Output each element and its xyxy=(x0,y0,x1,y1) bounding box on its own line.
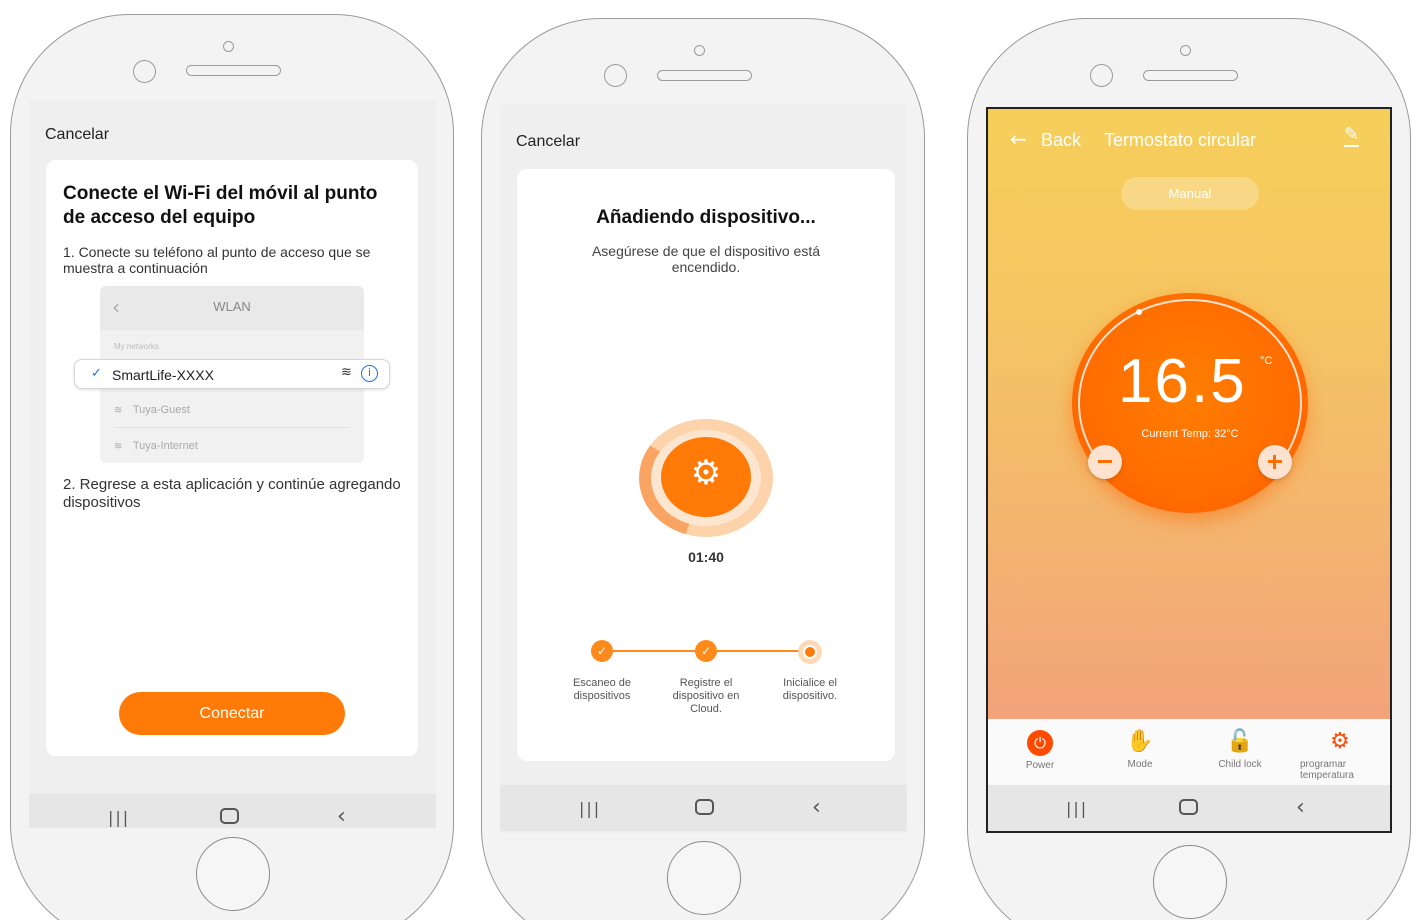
phone-front-camera xyxy=(604,64,627,87)
network-name: SmartLife-XXXX xyxy=(112,367,214,383)
temperature-unit: °C xyxy=(1260,355,1273,367)
wlan-header: ‹ WLAN xyxy=(100,286,364,330)
phone-frame-3: ← Back Termostato circular ✎ Manual 16.5… xyxy=(967,18,1411,920)
network-item-selected: ✓ SmartLife-XXXX ≋ i xyxy=(74,359,390,389)
network-item-internet: ≋ Tuya-Internet xyxy=(114,436,350,456)
page-title: Añadiendo dispositivo... xyxy=(596,207,816,228)
system-nav-bar: ||| ‹ xyxy=(500,785,907,831)
screen-wifi-connect: Cancelar Conecte el Wi-Fi del móvil al p… xyxy=(29,100,436,828)
network-name: Tuya-Guest xyxy=(132,404,190,416)
cancel-link[interactable]: Cancelar xyxy=(45,126,109,144)
phone-sensor-dot xyxy=(223,41,234,52)
mode-button[interactable]: ✋ Mode xyxy=(1100,729,1180,770)
check-icon: ✓ xyxy=(91,366,102,381)
recent-apps-icon[interactable]: ||| xyxy=(1066,799,1088,818)
phone-frame-2: Cancelar Añadiendo dispositivo... Asegúr… xyxy=(481,18,925,920)
step-label: Escaneo de dispositivos xyxy=(572,677,632,702)
arrow-left-icon[interactable]: ← xyxy=(1010,127,1027,151)
progress-card: Añadiendo dispositivo... Asegúrese de qu… xyxy=(517,169,895,761)
step-1-text: 1. Conecte su teléfono al punto de acces… xyxy=(63,244,371,276)
wifi-icon: ≋ xyxy=(341,365,352,380)
screen-thermostat: ← Back Termostato circular ✎ Manual 16.5… xyxy=(986,107,1392,833)
phone-sensor-dot xyxy=(1180,45,1191,56)
back-icon[interactable]: ‹ xyxy=(337,804,346,828)
minus-icon xyxy=(1098,460,1112,463)
back-icon[interactable]: ‹ xyxy=(1296,795,1305,820)
system-nav-bar: ||| ‹ xyxy=(988,785,1390,831)
decrease-temp-button[interactable] xyxy=(1088,445,1122,479)
network-item-guest: ≋ Tuya-Guest xyxy=(114,400,350,428)
mode-badge[interactable]: Manual xyxy=(1121,177,1259,210)
phone-front-camera xyxy=(133,60,156,83)
info-icon: i xyxy=(361,365,378,382)
phone-frame-1: Cancelar Conecte el Wi-Fi del móvil al p… xyxy=(10,14,454,920)
progress-spinner: ⚙ xyxy=(639,419,773,537)
dial-handle[interactable] xyxy=(1136,309,1142,315)
phone-earpiece xyxy=(1143,70,1238,81)
home-icon[interactable] xyxy=(220,808,239,824)
phone-home-button xyxy=(667,841,741,915)
home-icon[interactable] xyxy=(695,799,714,815)
recent-apps-icon[interactable]: ||| xyxy=(108,808,130,827)
wifi-icon: ≋ xyxy=(114,441,123,452)
system-nav-bar: ||| ‹ xyxy=(29,794,436,828)
wlan-section-label: My networks xyxy=(114,342,159,351)
network-name: Tuya-Internet xyxy=(132,440,198,452)
step-done-icon: ✓ xyxy=(695,640,717,662)
set-temperature: 16.5 xyxy=(1118,347,1247,416)
step-label: Registre el dispositivo en Cloud. xyxy=(672,677,740,715)
increase-temp-button[interactable] xyxy=(1258,445,1292,479)
cancel-link[interactable]: Cancelar xyxy=(516,133,580,151)
back-button[interactable]: Back xyxy=(1041,130,1081,151)
thermostat-dial[interactable]: 16.5 °C Current Temp: 32°C xyxy=(1072,293,1308,513)
gear-icon: ⚙ xyxy=(1330,729,1350,754)
home-icon[interactable] xyxy=(1179,799,1198,815)
toolbar-label: programar temperatura xyxy=(1300,759,1354,781)
phone-home-button xyxy=(196,837,270,911)
device-toolbar: ⏻ Power ✋ Mode 🔓 Child lock ⚙ programar … xyxy=(988,719,1390,789)
step-done-icon: ✓ xyxy=(591,640,613,662)
page-title: Conecte el Wi-Fi del móvil al punto de a… xyxy=(63,183,378,228)
subtitle: Asegúrese de que el dispositivo está enc… xyxy=(591,243,821,275)
step-active-icon xyxy=(798,640,822,664)
wlan-title: WLAN xyxy=(213,299,251,314)
current-temp: Current Temp: 32°C xyxy=(1141,428,1239,440)
child-lock-button[interactable]: 🔓 Child lock xyxy=(1200,729,1280,770)
toolbar-label: Child lock xyxy=(1218,759,1262,770)
power-button[interactable]: ⏻ Power xyxy=(1000,729,1080,771)
phone-sensor-dot xyxy=(694,45,705,56)
phone-earpiece xyxy=(657,70,752,81)
hand-icon: ✋ xyxy=(1126,729,1154,754)
countdown-timer: 01:40 xyxy=(688,549,724,565)
wifi-icon: ≋ xyxy=(114,405,123,416)
lock-open-icon: 🔓 xyxy=(1226,729,1254,754)
connect-button[interactable]: Conectar xyxy=(119,692,345,735)
phone-earpiece xyxy=(186,65,281,76)
phone-home-button xyxy=(1153,845,1227,919)
screen-adding-device: Cancelar Añadiendo dispositivo... Asegúr… xyxy=(500,105,907,833)
step-2-text: 2. Regrese a esta aplicación y continúe … xyxy=(63,476,401,511)
device-title: Termostato circular xyxy=(1104,130,1257,150)
edit-icon[interactable]: ✎ xyxy=(1344,125,1360,147)
back-icon[interactable]: ‹ xyxy=(812,795,821,820)
recent-apps-icon[interactable]: ||| xyxy=(579,799,601,818)
instructions-card: Conecte el Wi-Fi del móvil al punto de a… xyxy=(46,160,418,756)
toolbar-label: Mode xyxy=(1127,759,1153,770)
power-icon: ⏻ xyxy=(1000,729,1080,756)
gear-icon: ⚙ xyxy=(690,453,722,493)
step-label: Inicialice el dispositivo. xyxy=(782,677,838,702)
phone-front-camera xyxy=(1090,64,1113,87)
toolbar-label: Power xyxy=(1025,760,1055,771)
schedule-button[interactable]: ⚙ programar temperatura xyxy=(1300,729,1380,781)
